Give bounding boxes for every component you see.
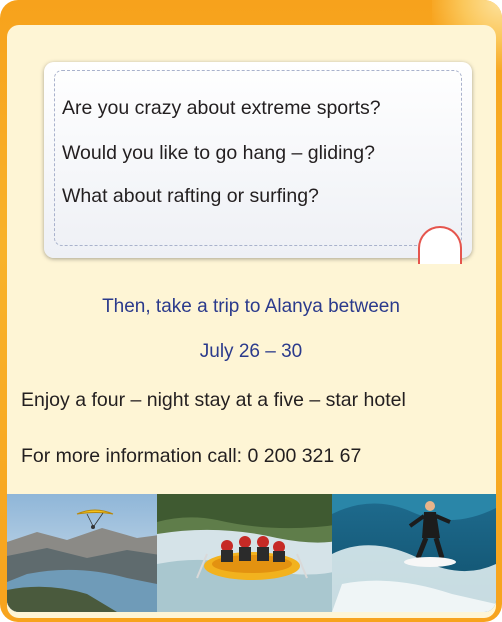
question-line-2: Would you like to go hang – gliding? <box>62 142 375 164</box>
contact-line: For more information call: 0 200 321 67 <box>21 445 362 467</box>
bubble-curl-icon <box>418 226 462 264</box>
question-line-1: Are you crazy about extreme sports? <box>62 97 381 119</box>
hang-gliding-photo <box>7 494 167 612</box>
question-line-3: What about rafting or surfing? <box>62 185 319 207</box>
trip-dates: July 26 – 30 <box>199 341 303 362</box>
photo-strip <box>7 494 496 612</box>
trip-line: Then, take a trip to Alanya between <box>102 296 400 317</box>
rafting-photo <box>157 494 342 612</box>
hotel-stay-line: Enjoy a four – night stay at a five – st… <box>21 389 406 411</box>
surfing-photo <box>332 494 496 612</box>
